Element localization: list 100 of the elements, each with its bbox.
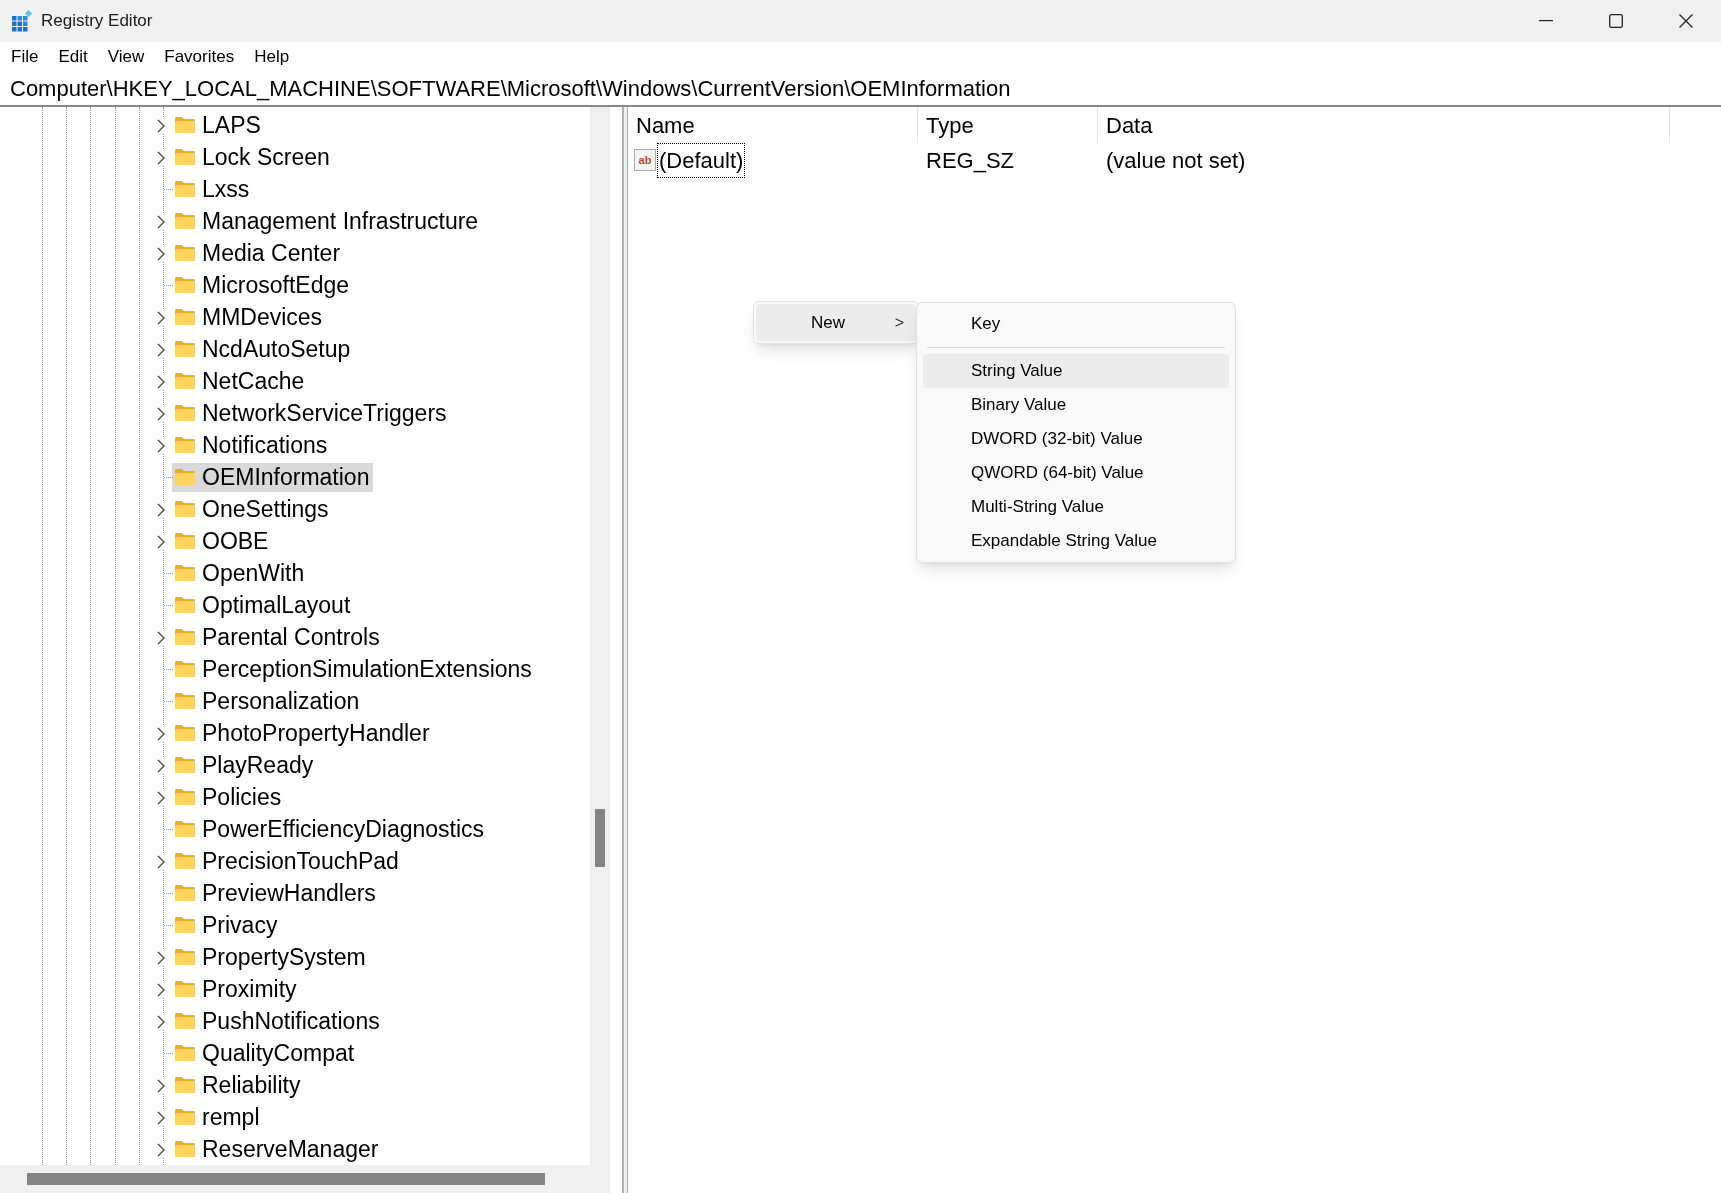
tree-item[interactable]: Personalization <box>172 686 364 716</box>
tree-item[interactable]: Management Infrastructure <box>172 206 483 236</box>
chevron-right-icon[interactable] <box>157 759 165 773</box>
tree-item[interactable]: OpenWith <box>172 558 309 588</box>
tree-item[interactable]: Lock Screen <box>172 142 334 172</box>
folder-icon <box>174 180 196 198</box>
menu-item[interactable]: Binary Value <box>923 388 1229 422</box>
tree-item[interactable]: OneSettings <box>172 494 333 524</box>
tree-item[interactable]: PowerEfficiencyDiagnostics <box>172 814 489 844</box>
tree-item[interactable]: Parental Controls <box>172 622 384 652</box>
tree-item[interactable]: rempl <box>172 1102 264 1132</box>
tree-item[interactable]: PreviewHandlers <box>172 878 380 908</box>
chevron-right-icon[interactable] <box>157 1143 165 1157</box>
folder-icon <box>174 916 196 934</box>
tree-item[interactable]: NetworkServiceTriggers <box>172 398 451 428</box>
chevron-right-icon[interactable] <box>157 951 165 965</box>
chevron-right-icon[interactable] <box>157 407 165 421</box>
folder-icon <box>174 756 196 774</box>
tree-item[interactable]: OEMInformation <box>172 462 374 492</box>
chevron-right-icon[interactable] <box>157 439 165 453</box>
tree-item[interactable]: PushNotifications <box>172 1006 384 1036</box>
chevron-right-icon[interactable] <box>157 151 165 165</box>
tree-item[interactable]: Notifications <box>172 430 332 460</box>
tree-item[interactable]: ReserveManager <box>172 1134 383 1164</box>
tree-item[interactable]: OOBE <box>172 526 273 556</box>
folder-icon <box>174 884 196 902</box>
chevron-right-icon[interactable] <box>157 311 165 325</box>
tree-item[interactable]: MicrosoftEdge <box>172 270 353 300</box>
folder-icon <box>174 212 196 230</box>
scrollbar-thumb[interactable] <box>27 1173 545 1185</box>
folder-icon <box>174 244 196 262</box>
menu-item[interactable]: String Value <box>923 354 1229 388</box>
minimize-icon <box>1539 20 1553 22</box>
horizontal-scrollbar[interactable] <box>0 1165 610 1193</box>
menu-item[interactable]: Multi-String Value <box>923 490 1229 524</box>
chevron-right-icon[interactable] <box>157 983 165 997</box>
tree-item[interactable]: Privacy <box>172 910 282 940</box>
tree-item[interactable]: Proximity <box>172 974 301 1004</box>
column-header[interactable]: Data <box>1098 107 1670 143</box>
menu-item[interactable]: Help <box>246 44 298 70</box>
menu-item[interactable]: Edit <box>50 44 96 70</box>
folder-icon <box>174 1076 196 1094</box>
menu-item[interactable]: Expandable String Value <box>923 524 1229 558</box>
folder-icon <box>174 596 196 614</box>
tree-item[interactable]: PlayReady <box>172 750 318 780</box>
folder-icon <box>174 308 196 326</box>
tree-item[interactable]: PrecisionTouchPad <box>172 846 403 876</box>
chevron-right-icon[interactable] <box>157 343 165 357</box>
tree-item[interactable]: PhotoPropertyHandler <box>172 718 434 748</box>
address-bar[interactable]: Computer\HKEY_LOCAL_MACHINE\SOFTWARE\Microsoft\Windows\CurrentVersion\OEMInformation <box>0 72 1011 105</box>
chevron-right-icon[interactable] <box>157 535 165 549</box>
chevron-right-icon[interactable] <box>157 631 165 645</box>
menu-item[interactable]: Favorites <box>156 44 243 70</box>
value-name[interactable]: (Default) <box>658 143 745 177</box>
menu-item[interactable]: File <box>3 44 47 70</box>
menu-item[interactable]: DWORD (32-bit) Value <box>923 422 1229 456</box>
folder-icon <box>174 436 196 454</box>
folder-icon <box>174 340 196 358</box>
folder-icon <box>174 500 196 518</box>
tree-item[interactable]: OptimalLayout <box>172 590 355 620</box>
column-header[interactable]: Type <box>918 107 1098 143</box>
folder-icon <box>174 532 196 550</box>
chevron-right-icon[interactable] <box>157 1079 165 1093</box>
chevron-right-icon[interactable] <box>157 247 165 261</box>
folder-icon <box>174 660 196 678</box>
menu-item[interactable]: New > <box>756 304 916 341</box>
folder-icon <box>174 852 196 870</box>
tree-item[interactable]: QualityCompat <box>172 1038 359 1068</box>
chevron-right-icon[interactable] <box>157 503 165 517</box>
column-header[interactable]: Name <box>628 107 918 143</box>
tree-item[interactable]: NetCache <box>172 366 309 396</box>
menu-item[interactable]: QWORD (64-bit) Value <box>923 456 1229 490</box>
chevron-right-icon[interactable] <box>157 215 165 229</box>
scrollbar-thumb[interactable] <box>595 809 605 867</box>
tree-item[interactable]: Reliability <box>172 1070 305 1100</box>
chevron-right-icon[interactable] <box>157 855 165 869</box>
string-value-icon: ab <box>634 149 656 171</box>
menu-item[interactable]: Key <box>923 307 1229 341</box>
tree-item[interactable]: Media Center <box>172 238 345 268</box>
chevron-right-icon[interactable] <box>157 1015 165 1029</box>
menu-item[interactable]: View <box>99 44 153 70</box>
value-type: REG_SZ <box>925 146 1016 175</box>
tree-item[interactable]: Lxss <box>172 174 254 204</box>
tree-item[interactable]: MMDevices <box>172 302 327 332</box>
folder-icon <box>174 980 196 998</box>
folder-icon <box>174 276 196 294</box>
chevron-right-icon[interactable] <box>157 1111 165 1125</box>
chevron-right-icon[interactable] <box>157 375 165 389</box>
chevron-right-icon[interactable] <box>157 119 165 133</box>
tree-item[interactable]: NcdAutoSetup <box>172 334 355 364</box>
tree-item[interactable]: Policies <box>172 782 286 812</box>
folder-icon <box>174 1140 196 1158</box>
vertical-scrollbar[interactable] <box>590 107 610 1165</box>
tree-item[interactable]: PropertySystem <box>172 942 370 972</box>
chevron-right-icon[interactable] <box>157 727 165 741</box>
folder-icon <box>174 468 196 486</box>
chevron-right-icon[interactable] <box>157 791 165 805</box>
tree-item[interactable]: LAPS <box>172 110 265 140</box>
folder-icon <box>174 1044 196 1062</box>
tree-item[interactable]: PerceptionSimulationExtensions <box>172 654 536 684</box>
